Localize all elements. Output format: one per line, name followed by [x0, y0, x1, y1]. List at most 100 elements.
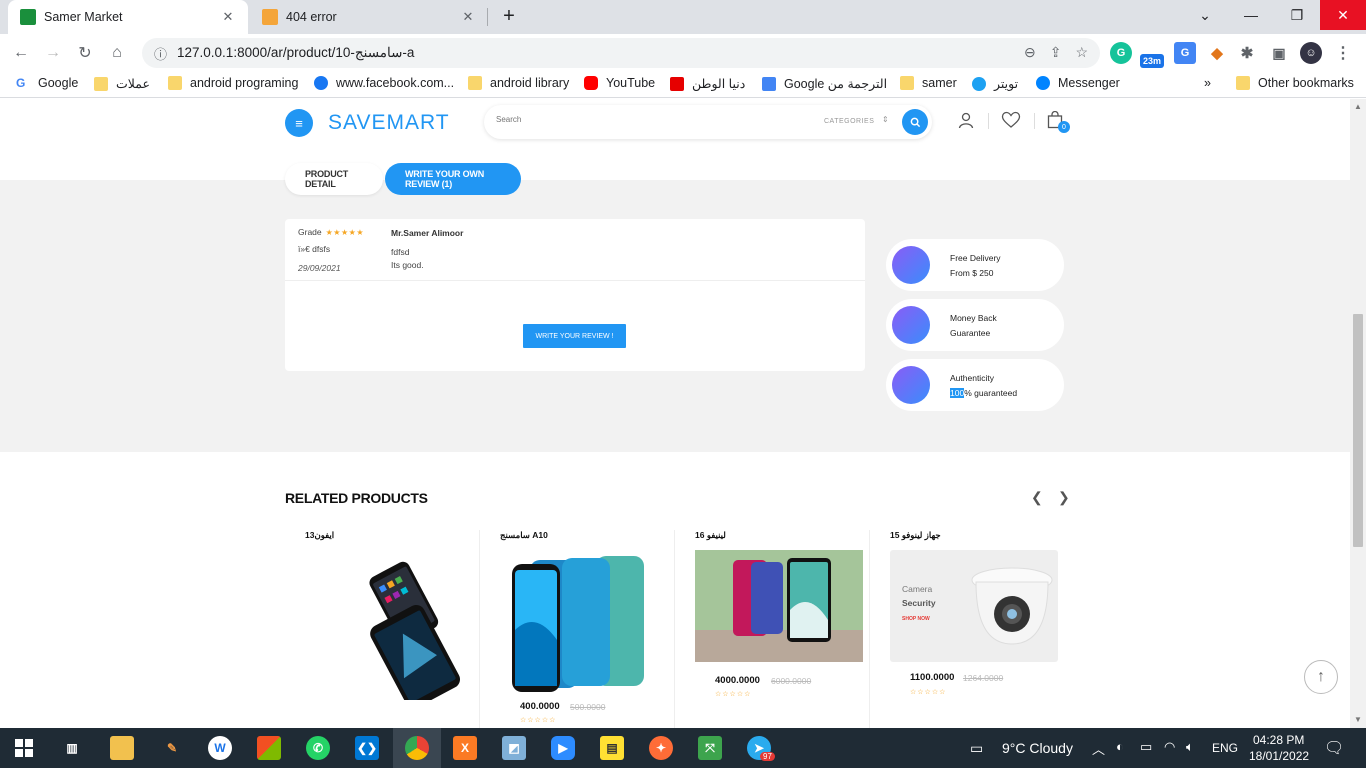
- notifications-icon[interactable]: 🗨︎: [1324, 738, 1344, 758]
- bookmark-other[interactable]: Other bookmarks: [1236, 76, 1354, 90]
- tray-chevron-icon[interactable]: ︿: [1092, 739, 1105, 758]
- tray-app-icon[interactable]: ◐: [1116, 739, 1124, 754]
- xampp-icon[interactable]: X: [453, 736, 477, 760]
- product-image[interactable]: [305, 550, 473, 700]
- bookmark-facebook[interactable]: www.facebook.com...: [314, 76, 454, 90]
- product-card[interactable]: ايفون13: [285, 530, 480, 728]
- product-card[interactable]: جهاز لينوفو 15 Camera Security SHOP NOW …: [870, 530, 1065, 728]
- search-button[interactable]: [902, 109, 928, 135]
- forward-arrow-icon[interactable]: →: [40, 40, 66, 66]
- microsoft-store-icon[interactable]: [257, 736, 281, 760]
- bookmark-twitter[interactable]: تويتر: [972, 76, 1018, 91]
- tab-samer-market[interactable]: Samer Market ✕: [8, 0, 248, 34]
- google-icon: G: [16, 76, 30, 90]
- product-name[interactable]: ايفون13: [305, 530, 334, 541]
- selected-text: 100: [950, 388, 965, 398]
- new-tab-button[interactable]: +: [498, 6, 520, 28]
- zoom-app-icon[interactable]: ▶: [551, 736, 575, 760]
- address-bar[interactable]: ⓘ 127.0.0.1:8000/ar/product/10-سامسنج-a …: [142, 38, 1100, 68]
- paint-icon[interactable]: ✎: [160, 736, 184, 760]
- app-icon[interactable]: ◩: [502, 736, 526, 760]
- chrome-icon[interactable]: [405, 736, 429, 760]
- product-name[interactable]: جهاز لينوفو 15: [890, 530, 941, 541]
- writer-app-icon[interactable]: W: [208, 736, 232, 760]
- weather-text[interactable]: 9°C Cloudy: [1002, 740, 1073, 756]
- task-view-icon[interactable]: ▥: [60, 736, 84, 760]
- product-card[interactable]: سامسنج A10 400.0000 500.0000 ☆☆☆☆☆: [480, 530, 675, 728]
- scroll-thumb[interactable]: [1353, 314, 1363, 547]
- translate-icon[interactable]: G: [1174, 42, 1196, 64]
- tab-search-icon[interactable]: ⌄: [1182, 0, 1228, 30]
- windows-start-icon[interactable]: [12, 736, 36, 760]
- product-card[interactable]: لينيفو 16 4000.0000 6000.0000 ☆☆☆☆☆: [675, 530, 870, 728]
- tab-product-detail[interactable]: PRODUCT DETAIL: [285, 163, 383, 195]
- bookmark-translate[interactable]: Google الترجمة من: [762, 76, 887, 91]
- close-tab-icon[interactable]: ✕: [460, 9, 476, 25]
- bookmark-youtube[interactable]: YouTube: [584, 76, 655, 90]
- language-indicator[interactable]: ENG: [1212, 741, 1238, 755]
- bookmark-folder[interactable]: android programing: [168, 76, 298, 90]
- page-scrollbar[interactable]: ▲ ▼: [1350, 99, 1366, 728]
- tab-title: 404 error: [286, 10, 337, 24]
- minimize-button[interactable]: —: [1228, 0, 1274, 30]
- site-logo[interactable]: SAVEMART: [328, 111, 450, 135]
- sticky-notes-icon[interactable]: ▤: [600, 736, 624, 760]
- scroll-to-top-button[interactable]: ↑: [1304, 660, 1338, 694]
- metamask-icon[interactable]: ◆: [1206, 42, 1228, 64]
- bookmark-folder[interactable]: android library: [468, 76, 569, 90]
- back-arrow-icon[interactable]: ←: [8, 40, 34, 66]
- bookmark-folder[interactable]: عملات: [94, 76, 150, 91]
- bookmark-dunya[interactable]: دنيا الوطن: [670, 76, 745, 91]
- delivery-icon: [892, 246, 930, 284]
- file-explorer-icon[interactable]: [110, 736, 134, 760]
- scroll-down-icon[interactable]: ▼: [1354, 715, 1362, 724]
- vscode-icon[interactable]: ❮❯: [355, 736, 379, 760]
- weather-icon[interactable]: ▭: [970, 740, 983, 757]
- whatsapp-icon[interactable]: ✆: [306, 736, 330, 760]
- folder-icon: [1236, 76, 1250, 90]
- volume-icon[interactable]: 🔈︎: [1186, 739, 1194, 755]
- product-image[interactable]: Camera Security SHOP NOW: [890, 550, 1058, 662]
- categories-select[interactable]: CATEGORIES: [824, 118, 874, 125]
- home-icon[interactable]: ⌂: [104, 40, 130, 66]
- money-back-icon: [892, 306, 930, 344]
- grammarly-icon[interactable]: G: [1110, 42, 1132, 64]
- more-bookmarks-chevron-icon[interactable]: »: [1204, 76, 1211, 90]
- bookmark-star-icon[interactable]: ☆: [1075, 44, 1088, 61]
- clock-time[interactable]: 04:28 PM: [1253, 733, 1304, 747]
- postman-icon[interactable]: ✦: [649, 736, 673, 760]
- user-icon[interactable]: [957, 111, 975, 134]
- share-icon[interactable]: ⇪: [1050, 44, 1062, 61]
- site-info-icon[interactable]: ⓘ: [154, 44, 167, 63]
- clock-date[interactable]: 18/01/2022: [1249, 749, 1309, 763]
- wishlist-heart-icon[interactable]: [1001, 111, 1021, 134]
- restore-button[interactable]: ❐: [1274, 0, 1320, 30]
- bookmark-messenger[interactable]: Messenger: [1036, 76, 1120, 90]
- product-name[interactable]: لينيفو 16: [695, 530, 726, 541]
- extension-badge[interactable]: 23m: [1140, 54, 1164, 68]
- tab-404-error[interactable]: 404 error ✕: [250, 0, 488, 34]
- close-tab-icon[interactable]: ✕: [220, 9, 236, 25]
- product-image[interactable]: [695, 550, 863, 662]
- write-review-button[interactable]: WRITE YOUR REVIEW !: [523, 324, 626, 348]
- bookmark-google[interactable]: G Google: [16, 76, 78, 90]
- side-panel-icon[interactable]: ▣: [1268, 42, 1290, 64]
- app-icon[interactable]: ⤧: [698, 736, 722, 760]
- product-name[interactable]: سامسنج A10: [500, 530, 548, 541]
- bookmark-folder[interactable]: samer: [900, 76, 957, 90]
- reload-icon[interactable]: ↻: [72, 40, 98, 66]
- extensions-puzzle-icon[interactable]: ✱: [1236, 42, 1258, 64]
- close-window-button[interactable]: ✕: [1320, 0, 1366, 30]
- zoom-icon[interactable]: ⊖: [1024, 44, 1036, 61]
- scroll-up-icon[interactable]: ▲: [1354, 102, 1362, 111]
- product-image[interactable]: [500, 550, 668, 700]
- browser-menu-icon[interactable]: ⋮: [1332, 42, 1354, 64]
- carousel-next-icon[interactable]: ❯: [1058, 489, 1070, 506]
- wifi-icon[interactable]: ◠: [1164, 739, 1175, 755]
- battery-icon[interactable]: ▭: [1140, 739, 1152, 755]
- hamburger-menu-icon[interactable]: ≡: [285, 109, 313, 137]
- tab-write-review[interactable]: WRITE YOUR OWN REVIEW (1): [385, 163, 521, 195]
- profile-avatar[interactable]: ☺: [1300, 42, 1322, 64]
- carousel-prev-icon[interactable]: ❮: [1031, 489, 1043, 506]
- search-input[interactable]: [496, 115, 796, 124]
